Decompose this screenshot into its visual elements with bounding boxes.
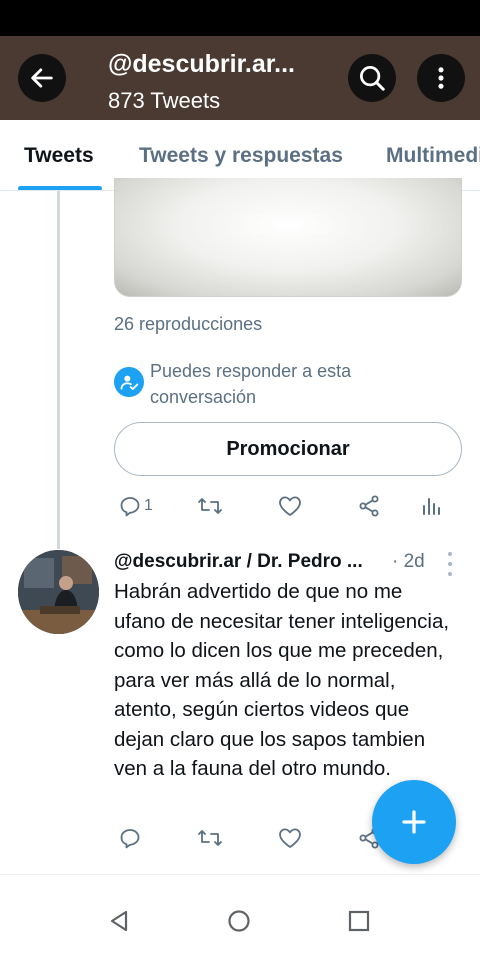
retweet-button[interactable]: [196, 494, 224, 518]
system-nav-bar: [0, 874, 480, 960]
like-button[interactable]: [277, 494, 303, 518]
video-thumbnail[interactable]: [114, 178, 462, 297]
nav-home-button[interactable]: [221, 903, 257, 939]
more-button[interactable]: [417, 54, 465, 102]
reply-icon: [120, 497, 140, 517]
profile-header: @descubrir.ar... 873 Tweets: [0, 36, 480, 120]
dot: [448, 572, 452, 576]
reply-icon: [120, 829, 140, 849]
profile-title: @descubrir.ar...: [108, 50, 295, 78]
avatar[interactable]: [18, 550, 99, 634]
vertical-dots-icon: [438, 67, 444, 89]
reply-button[interactable]: 1: [118, 494, 153, 518]
heart-icon: [279, 496, 301, 516]
promote-button[interactable]: Promocionar: [114, 422, 462, 476]
tab-tweets-replies[interactable]: Tweets y respuestas: [139, 144, 343, 168]
nav-back-button[interactable]: [101, 903, 137, 939]
tweet-author[interactable]: @descubrir.ar / Dr. Pedro ...: [114, 551, 363, 573]
reply-count: 1: [144, 497, 153, 514]
user-check-icon: [120, 375, 139, 390]
analytics-icon: [423, 498, 440, 515]
tab-tweets[interactable]: Tweets: [24, 144, 94, 168]
nav-recents-button[interactable]: [341, 903, 377, 939]
search-icon: [360, 66, 385, 91]
dot: [448, 552, 452, 556]
thread-line: [57, 191, 60, 549]
tweet-count: 873 Tweets: [108, 88, 221, 113]
square-recents-icon: [348, 910, 370, 932]
avatar-photo: [18, 550, 99, 634]
circle-home-icon: [228, 910, 250, 932]
status-bar: [0, 0, 480, 36]
retweet-icon: [198, 830, 222, 846]
reply-permission-note: Puedes responder a esta conversación: [150, 361, 352, 407]
back-button[interactable]: [18, 54, 66, 102]
dot: [448, 562, 452, 566]
active-tab-indicator: [18, 186, 102, 190]
compose-tweet-button[interactable]: [372, 780, 456, 864]
arrow-left-icon: [31, 68, 53, 88]
triangle-back-icon: [110, 910, 128, 932]
retweet-button[interactable]: [196, 826, 224, 850]
tab-media[interactable]: Multimedia: [386, 144, 480, 168]
heart-icon: [279, 828, 301, 848]
analytics-button[interactable]: [420, 494, 442, 518]
search-button[interactable]: [348, 54, 396, 102]
retweet-icon: [198, 498, 222, 514]
share-button[interactable]: [357, 494, 381, 518]
conversation-permission-badge: [114, 367, 144, 397]
tweet-menu-button[interactable]: [444, 552, 456, 576]
share-icon: [359, 495, 379, 517]
view-count: 26 reproducciones: [114, 314, 263, 334]
like-button[interactable]: [277, 826, 303, 850]
tweet-text: Habrán advertido de que no me ufano de n…: [114, 580, 450, 780]
reply-button[interactable]: [118, 826, 142, 850]
tweet-timestamp: · 2d: [392, 551, 425, 572]
plus-icon: [402, 810, 426, 834]
